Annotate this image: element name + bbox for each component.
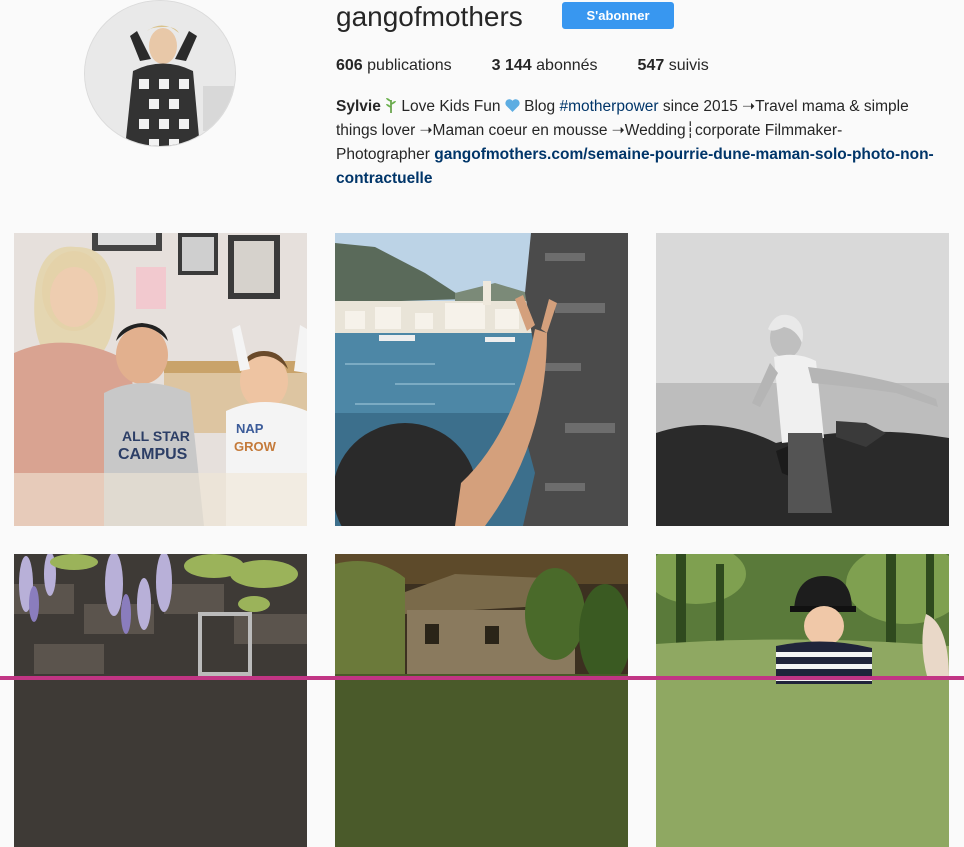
post-thumbnail-3[interactable] bbox=[656, 233, 949, 526]
bio-hashtag-link[interactable]: #motherpower bbox=[559, 98, 658, 115]
stat-followers-label: abonnés bbox=[531, 57, 598, 74]
post-thumbnail-2[interactable] bbox=[335, 233, 628, 526]
family-photo-icon: ALL STAR CAMPUS NAP GROW bbox=[14, 233, 307, 526]
stat-followers[interactable]: 3 144 abonnés bbox=[492, 56, 598, 76]
bw-woman-photo-icon bbox=[656, 233, 949, 526]
profile-username: gangofmothers bbox=[336, 1, 523, 32]
bio-name: Sylvie bbox=[336, 98, 381, 115]
profile-bio: Sylvie Love Kids Fun Blog #motherpower s… bbox=[336, 95, 936, 191]
stat-following-count: 547 bbox=[637, 57, 665, 74]
svg-text:ALL STAR: ALL STAR bbox=[122, 428, 190, 444]
post-thumbnail-6[interactable] bbox=[656, 554, 949, 847]
bio-text-2: Blog bbox=[519, 98, 560, 115]
sea-photo-icon bbox=[335, 233, 628, 526]
stat-posts-label: publications bbox=[362, 57, 452, 74]
cottage-photo-icon bbox=[335, 554, 628, 847]
stat-followers-count: 3 144 bbox=[491, 57, 532, 74]
stat-following[interactable]: 547 suivis bbox=[638, 56, 709, 76]
profile-avatar[interactable] bbox=[84, 0, 236, 147]
stat-posts[interactable]: 606 publications bbox=[336, 56, 452, 76]
follow-button[interactable]: S'abonner bbox=[562, 2, 674, 29]
post-thumbnail-5[interactable] bbox=[335, 554, 628, 847]
plant-icon bbox=[386, 98, 397, 113]
profile-stats: 606 publications 3 144 abonnés 547 suivi… bbox=[336, 56, 749, 76]
blue-heart-icon bbox=[505, 99, 520, 112]
bottom-accent-bar bbox=[0, 676, 964, 680]
child-helmet-photo-icon bbox=[656, 554, 949, 847]
stat-posts-count: 606 bbox=[336, 57, 363, 74]
wisteria-photo-icon bbox=[14, 554, 307, 847]
post-thumbnail-4[interactable] bbox=[14, 554, 307, 847]
post-thumbnail-1[interactable]: ALL STAR CAMPUS NAP GROW bbox=[14, 233, 307, 526]
svg-text:NAP: NAP bbox=[236, 421, 264, 436]
stat-following-label: suivis bbox=[664, 57, 709, 74]
bio-text-1: Love Kids Fun bbox=[397, 98, 505, 115]
svg-text:CAMPUS: CAMPUS bbox=[118, 446, 188, 463]
svg-text:GROW: GROW bbox=[234, 439, 277, 454]
avatar-image-icon bbox=[85, 1, 235, 146]
